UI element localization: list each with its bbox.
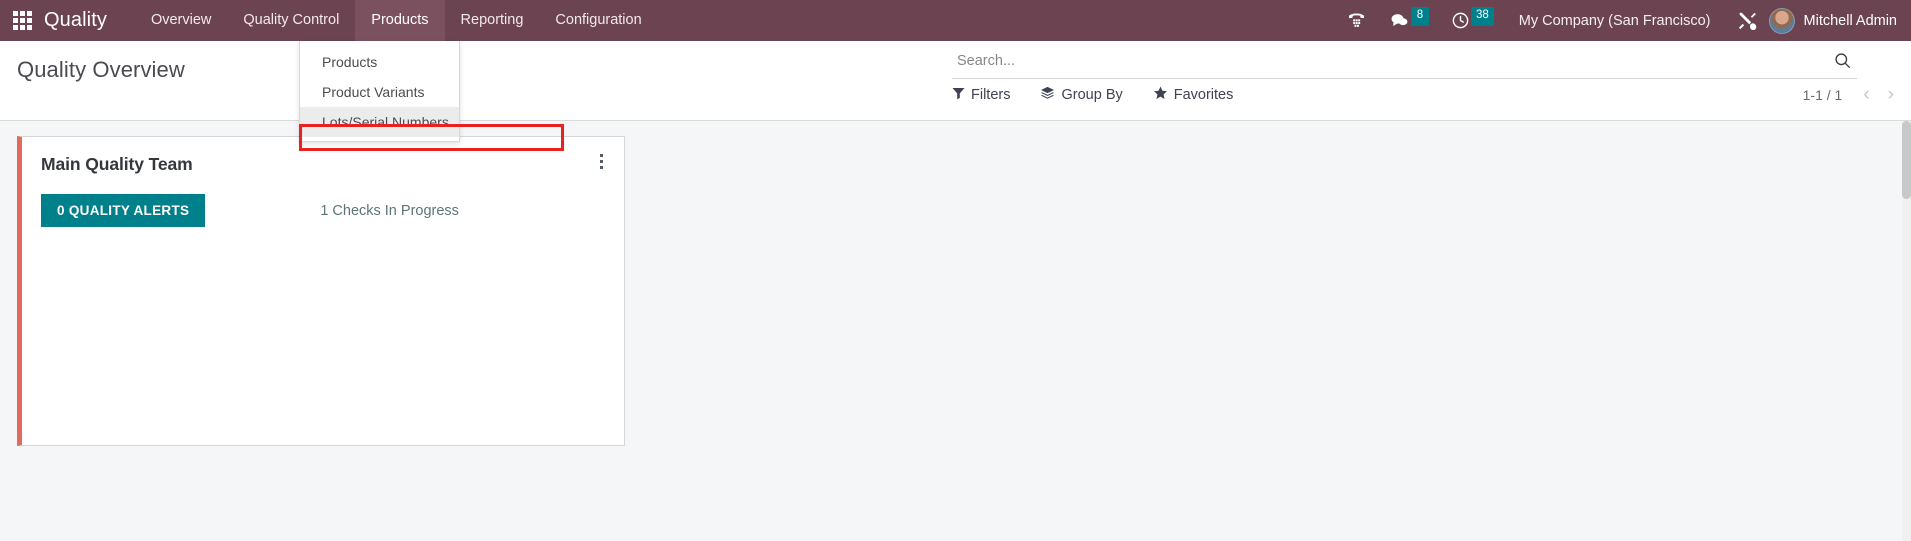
activities-systray[interactable]: 38 (1440, 0, 1505, 41)
filter-toolbar: Filters Group By Favorites (952, 86, 1897, 104)
chat-bubble-icon (1391, 14, 1408, 27)
funnel-icon (952, 87, 965, 104)
dropdown-item-products[interactable]: Products (300, 47, 459, 77)
card-body: 0 QUALITY ALERTS 1 Checks In Progress (22, 175, 624, 227)
nav-menu-quality-control[interactable]: Quality Control (227, 0, 355, 41)
pager-next-button[interactable]: › (1881, 85, 1901, 104)
group-by-label: Group By (1061, 87, 1123, 103)
app-brand-quality[interactable]: Quality (44, 9, 113, 32)
filters-label: Filters (971, 87, 1011, 103)
dropdown-item-lots-serial-numbers[interactable]: Lots/Serial Numbers (300, 107, 459, 137)
control-panel: Quality Overview Filters (0, 41, 1911, 121)
search-input[interactable] (952, 53, 1812, 74)
top-navbar: Quality Overview Quality Control Product… (0, 0, 1911, 151)
star-icon (1153, 86, 1168, 104)
card-title: Main Quality Team (41, 154, 193, 174)
clock-icon (1452, 12, 1469, 29)
activities-count-badge: 38 (1470, 7, 1494, 26)
user-name-label: Mitchell Admin (1803, 12, 1897, 29)
search-bar (952, 53, 1857, 79)
quality-alerts-button[interactable]: 0 QUALITY ALERTS (41, 194, 206, 227)
avatar (1768, 7, 1795, 34)
tools-icon[interactable] (1725, 0, 1769, 41)
scrollbar-thumb[interactable] (1902, 121, 1911, 199)
pager-previous-button[interactable]: ‹ (1856, 85, 1876, 104)
page-title: Quality Overview (17, 57, 185, 82)
favorites-button[interactable]: Favorites (1153, 86, 1234, 104)
checks-in-progress-link[interactable]: 1 Checks In Progress (320, 203, 459, 219)
dropdown-item-product-variants[interactable]: Product Variants (300, 77, 459, 107)
phone-icon[interactable] (1335, 0, 1378, 41)
kebab-menu-icon[interactable] (592, 150, 610, 172)
pager-count: 1-1 / 1 (1802, 86, 1843, 103)
search-icon[interactable] (1833, 51, 1852, 75)
favorites-label: Favorites (1173, 87, 1234, 103)
filters-button[interactable]: Filters (952, 87, 1010, 104)
group-by-button[interactable]: Group By (1040, 86, 1123, 104)
control-panel-right: Filters Group By Favor (952, 41, 1911, 120)
apps-grid-icon[interactable] (0, 0, 44, 41)
company-switcher[interactable]: My Company (San Francisco) (1505, 13, 1725, 29)
kanban-view: Main Quality Team 0 QUALITY ALERTS 1 Che… (0, 121, 1911, 541)
nav-menu-configuration[interactable]: Configuration (539, 0, 657, 41)
nav-menu-overview[interactable]: Overview (135, 0, 227, 41)
kanban-card-quality-team[interactable]: Main Quality Team 0 QUALITY ALERTS 1 Che… (17, 136, 625, 446)
control-panel-left: Quality Overview (0, 41, 952, 120)
nav-menu-products[interactable]: Products (355, 0, 445, 41)
vertical-scrollbar[interactable] (1902, 121, 1911, 541)
messages-systray[interactable]: 8 (1378, 0, 1440, 41)
products-dropdown-menu: Products Product Variants Lots/Serial Nu… (299, 41, 460, 142)
messages-count-badge: 8 (1410, 7, 1429, 26)
user-menu[interactable]: Mitchell Admin (1768, 0, 1911, 41)
pager: 1-1 / 1 ‹ › (1803, 85, 1901, 104)
nav-menu-reporting[interactable]: Reporting (445, 0, 540, 41)
layers-icon (1040, 86, 1055, 104)
